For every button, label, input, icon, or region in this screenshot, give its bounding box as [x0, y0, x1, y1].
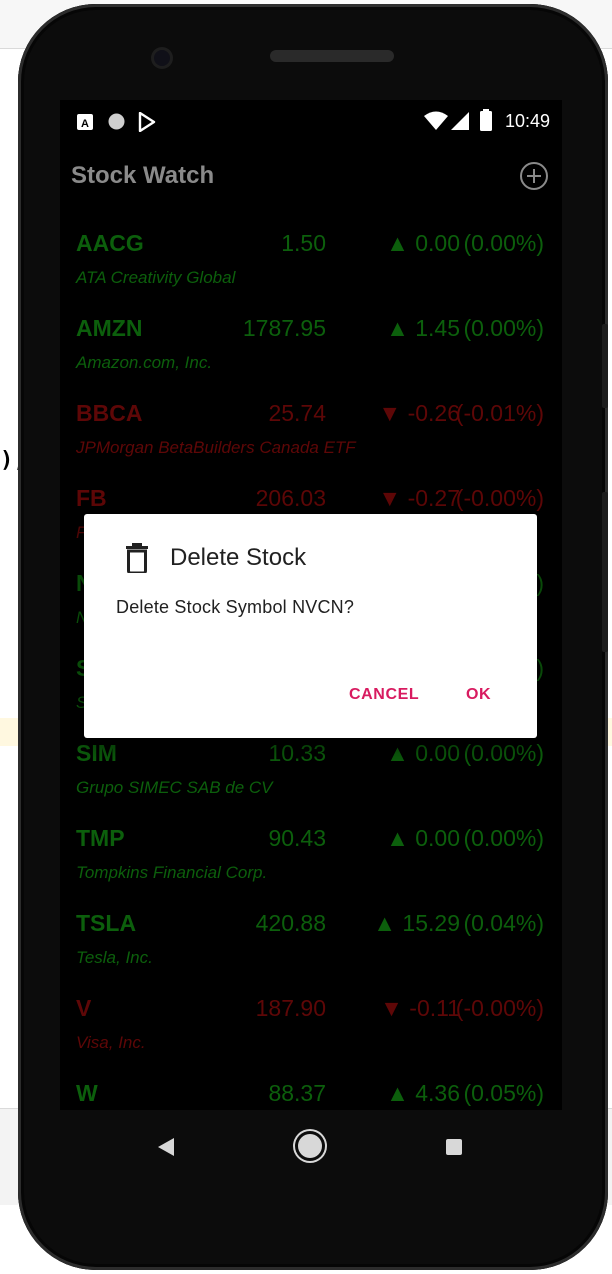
front-camera — [154, 50, 170, 66]
home-icon[interactable] — [298, 1134, 322, 1158]
delete-stock-dialog: Delete Stock Delete Stock Symbol NVCN? C… — [84, 514, 537, 738]
recents-icon[interactable] — [446, 1139, 462, 1155]
dialog-title: Delete Stock — [170, 544, 307, 571]
volume-button — [602, 324, 608, 408]
earpiece-speaker — [270, 50, 394, 62]
cancel-button[interactable]: CANCEL — [349, 686, 419, 704]
trash-icon — [126, 543, 148, 575]
back-icon[interactable] — [158, 1138, 174, 1156]
navigation-bar — [60, 1114, 562, 1178]
ok-button[interactable]: OK — [466, 686, 491, 704]
dialog-message: Delete Stock Symbol NVCN? — [116, 597, 355, 617]
device-screen: A 10:49 Stock Watch AACG 1.50 ▲ 0.00 (0.… — [60, 100, 562, 1110]
power-button — [602, 492, 608, 652]
